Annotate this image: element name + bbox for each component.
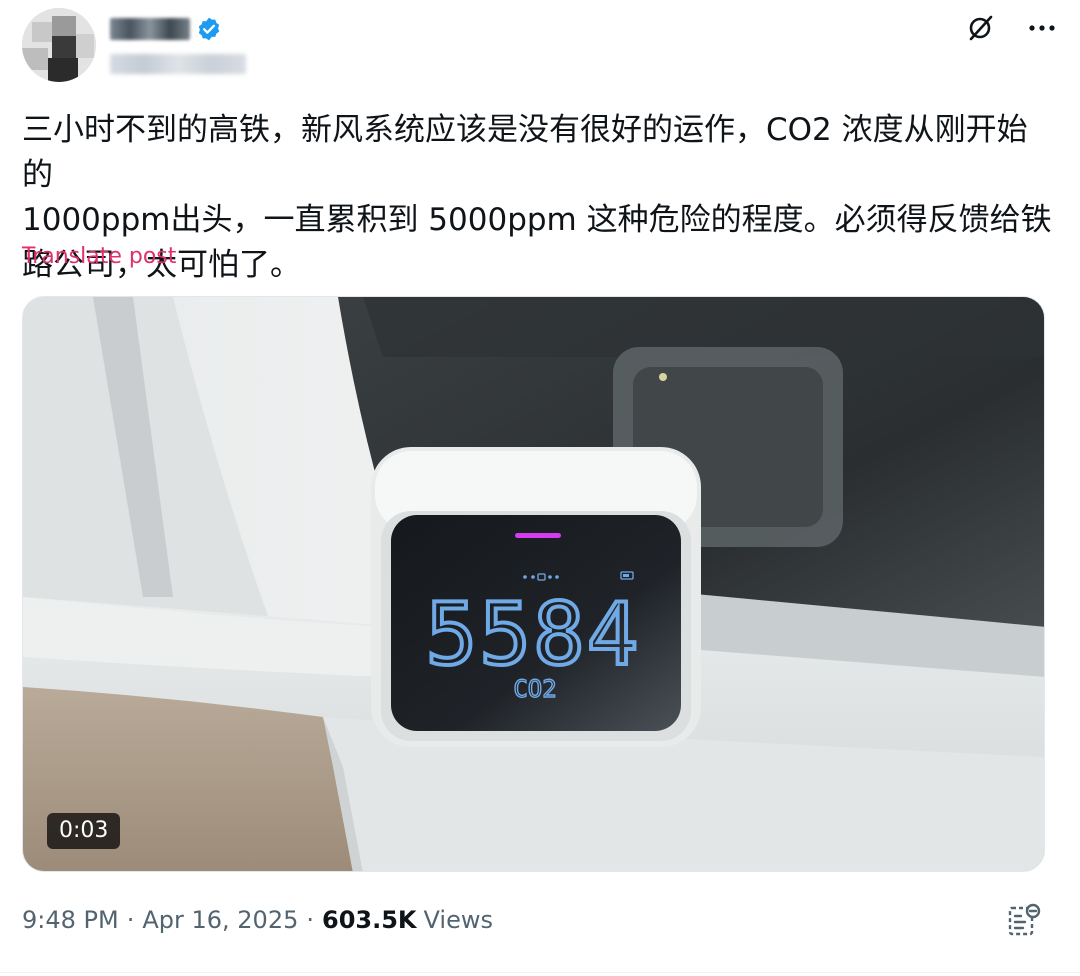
post-text: 三小时不到的高铁，新风系统应该是没有很好的运作，CO2 浓度从刚开始的 1000… — [22, 112, 1052, 283]
verified-badge-icon — [198, 17, 220, 41]
analytics-icon[interactable] — [1006, 902, 1042, 938]
video-frame: 5584 CO2 — [23, 297, 1044, 871]
translate-post-link[interactable]: Translate post — [22, 244, 176, 269]
divider — [0, 972, 1080, 973]
post-header — [22, 8, 1058, 88]
post-date[interactable]: Apr 16, 2025 — [142, 906, 298, 934]
more-icon[interactable] — [1026, 12, 1058, 44]
video-duration-badge: 0:03 — [47, 813, 121, 849]
views-label: Views — [423, 906, 493, 934]
views-count: 603.5K — [322, 906, 417, 934]
grok-icon[interactable] — [964, 12, 996, 44]
display-name[interactable] — [110, 18, 190, 40]
author-handle[interactable] — [110, 54, 246, 74]
post-time[interactable]: 9:48 PM — [22, 906, 119, 934]
co2-reading: 5584 — [425, 585, 640, 685]
meta-separator: · — [306, 906, 315, 934]
post-meta: 9:48 PM · Apr 16, 2025 · 603.5K Views — [22, 906, 493, 934]
avatar[interactable] — [22, 8, 96, 82]
meta-separator: · — [126, 906, 135, 934]
post-video[interactable]: 5584 CO2 0:03 — [22, 296, 1045, 872]
co2-label: CO2 — [513, 675, 556, 703]
